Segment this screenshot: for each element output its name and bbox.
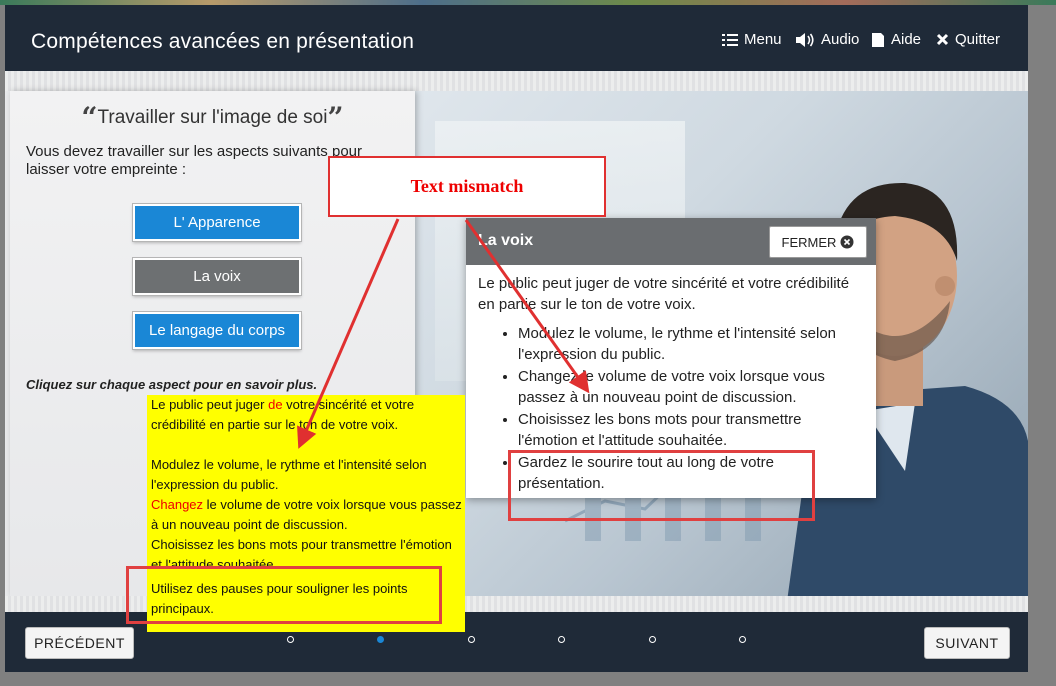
popup-header: La voix FERMER (466, 218, 876, 265)
note-highlight: de (268, 397, 283, 412)
page-dot[interactable] (287, 636, 294, 643)
note-highlight: Changez (151, 497, 204, 512)
panel-hint: Cliquez sur chaque aspect pour en savoir… (26, 377, 318, 392)
popup-bullet: Choisissez les bons mots pour transmettr… (518, 409, 862, 451)
quit-label: Quitter (955, 31, 1001, 48)
close-popup-label: FERMER (781, 234, 837, 250)
next-button[interactable]: SUIVANT (924, 627, 1010, 659)
popup-title: La voix (478, 232, 534, 249)
audio-button[interactable]: Audio (795, 31, 859, 48)
list-icon (722, 33, 738, 46)
open-quote-icon: “ (81, 101, 98, 134)
note-paragraph-3: Changez le volume de votre voix lorsque … (151, 497, 462, 532)
note-mismatch-highlight (126, 566, 442, 624)
note-paragraph-1: Le public peut juger de votre sincérité … (151, 397, 415, 432)
page-dot[interactable] (739, 636, 746, 643)
popup-intro: Le public peut juger de votre sincérité … (478, 275, 850, 313)
previous-button[interactable]: PRÉCÉDENT (25, 627, 134, 659)
mismatch-callout: Text mismatch (328, 156, 606, 217)
close-popup-button[interactable]: FERMER (769, 226, 867, 258)
page-dot-active[interactable] (377, 636, 384, 643)
page-dot[interactable] (558, 636, 565, 643)
stage-border-top (5, 71, 1028, 91)
course-title: Compétences avancées en présentation (31, 30, 415, 53)
page-dot[interactable] (468, 636, 475, 643)
close-quote-icon: ” (327, 101, 344, 134)
audio-label: Audio (821, 31, 860, 48)
page-dot[interactable] (649, 636, 656, 643)
help-button[interactable]: Aide (871, 31, 921, 48)
popup-bullet: Modulez le volume, le rythme et l'intens… (518, 323, 862, 365)
body-language-button[interactable]: Le langage du corps (133, 312, 301, 349)
menu-button[interactable]: Menu (722, 31, 782, 48)
quit-button[interactable]: Quitter (936, 31, 1000, 48)
popup-bullet: Changez le volume de votre voix lorsque … (518, 366, 862, 408)
speaker-icon (796, 32, 814, 47)
menu-label: Menu (744, 31, 782, 48)
help-label: Aide (891, 31, 922, 48)
document-icon (872, 32, 884, 47)
panel-title-text: Travailler sur l'image de soi (97, 107, 328, 128)
appearance-button[interactable]: L' Apparence (133, 204, 301, 241)
voice-button[interactable]: La voix (133, 258, 301, 295)
close-circle-icon (840, 235, 854, 249)
note-paragraph-2: Modulez le volume, le rythme et l'intens… (151, 457, 427, 492)
panel-title: “Travailler sur l'image de soi” (10, 101, 415, 134)
close-icon (936, 33, 949, 46)
popup-mismatch-highlight (508, 450, 815, 521)
